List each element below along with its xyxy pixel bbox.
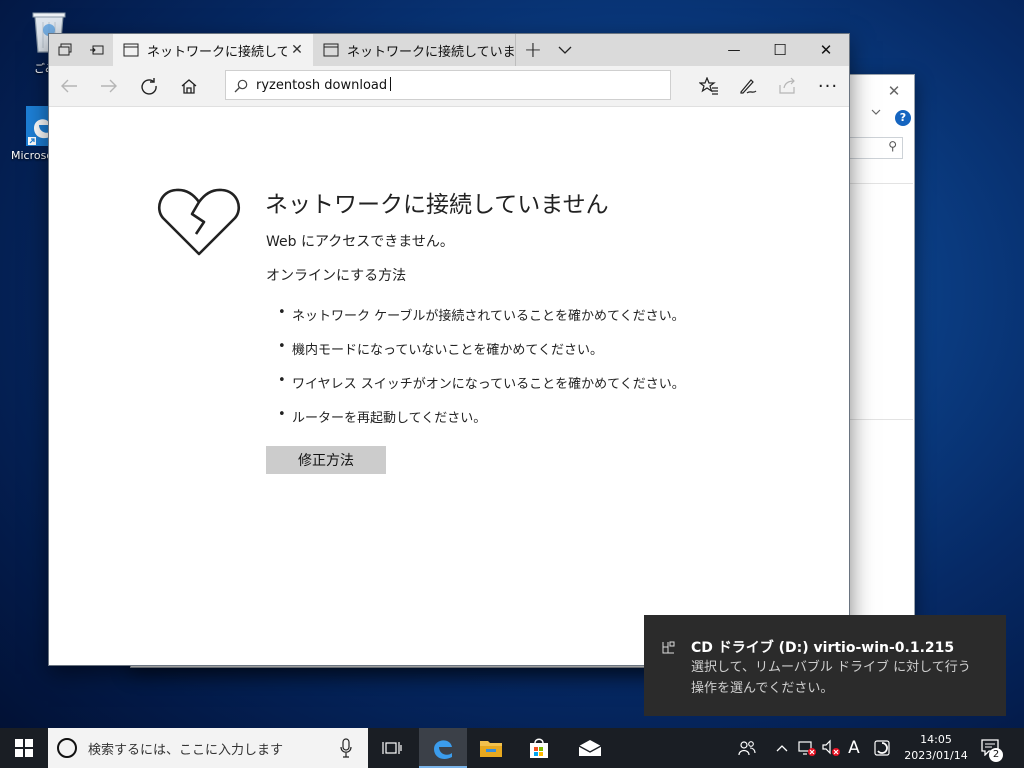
desktop-icon-label: Microsoft Edge	[11, 149, 51, 162]
tab-active[interactable]: ネットワークに接続していません ✕	[113, 34, 313, 66]
start-button[interactable]	[0, 728, 48, 768]
clock-date: 2023/01/14	[904, 749, 968, 762]
notification-title: CD ドライブ (D:) virtio-win-0.1.215	[691, 640, 955, 656]
set-aside-tabs-icon[interactable]	[49, 34, 81, 66]
list-item: ワイヤレス スイッチがオンになっていることを確かめてください。	[278, 373, 685, 407]
list-item: ネットワーク ケーブルが接続されていることを確かめてください。	[278, 305, 685, 339]
notification-count-badge: 2	[989, 748, 1003, 762]
tab-list-chevron-icon[interactable]	[549, 34, 581, 66]
maximize-button[interactable]: ☐	[757, 34, 803, 66]
page-icon	[323, 43, 339, 57]
broken-heart-icon	[157, 187, 241, 261]
search-icon: ⚲	[888, 139, 897, 153]
drive-icon	[662, 639, 675, 654]
notification-body: 選択して、リムーバブル ドライブ に対して行う操作を選んでください。	[691, 660, 971, 696]
search-icon	[234, 78, 248, 97]
taskbar-search-box[interactable]: 検索するには、ここに入力します	[48, 728, 368, 768]
tab-label: ネットワークに接続していません	[147, 44, 287, 60]
action-center-icon[interactable]: 2	[980, 738, 1003, 762]
divider	[847, 183, 913, 184]
volume-muted-icon[interactable]	[820, 728, 842, 768]
pen-notes-icon[interactable]	[732, 70, 764, 102]
refresh-button[interactable]	[133, 70, 165, 102]
minimize-button[interactable]: —	[711, 34, 757, 66]
chevron-down-icon[interactable]	[871, 108, 881, 119]
autoplay-notification[interactable]: CD ドライブ (D:) virtio-win-0.1.215 選択して、リムー…	[644, 615, 1006, 716]
edge-taskbar-icon[interactable]	[419, 728, 467, 768]
tab-label: ネットワークに接続していません	[347, 44, 515, 60]
tab-preview-icon[interactable]	[81, 34, 113, 66]
file-explorer-icon[interactable]	[467, 728, 515, 768]
fix-it-button[interactable]: 修正方法	[266, 446, 386, 474]
favorites-star-icon[interactable]	[693, 70, 725, 102]
ime-options-icon[interactable]	[870, 728, 894, 768]
share-icon[interactable]	[772, 70, 804, 102]
error-subtitle: Web にアクセスできません。	[266, 234, 454, 250]
close-tab-icon[interactable]: ✕	[287, 40, 307, 60]
network-disconnected-icon[interactable]	[796, 728, 818, 768]
error-page: ネットワークに接続していません Web にアクセスできません。 オンラインにする…	[49, 107, 849, 665]
task-view-icon[interactable]	[368, 728, 416, 768]
home-button[interactable]	[173, 70, 205, 102]
forward-button[interactable]	[93, 70, 125, 102]
background-window-search-box[interactable]: ⚲	[847, 137, 903, 159]
page-title: ネットワークに接続していません	[265, 192, 609, 218]
search-placeholder: 検索するには、ここに入力します	[88, 743, 284, 758]
tab-bar: ネットワークに接続していません ✕ ネットワークに接続していません + — ☐ …	[49, 34, 849, 66]
navigation-bar: ryzentosh download I ···	[49, 66, 849, 129]
page-icon	[123, 43, 139, 57]
close-window-button[interactable]: ✕	[803, 34, 849, 66]
new-tab-button[interactable]: +	[517, 34, 549, 66]
microphone-icon[interactable]	[340, 738, 352, 762]
background-window-close-button[interactable]: ✕	[881, 78, 907, 104]
people-icon[interactable]	[734, 728, 760, 768]
taskbar: 検索するには、ここに入力します A 14:05 2023/01/14 2	[0, 728, 1024, 768]
clock-time: 14:05	[920, 733, 952, 746]
tips-list: ネットワーク ケーブルが接続されていることを確かめてください。 機内モードになっ…	[278, 305, 685, 441]
browser-window: ネットワークに接続していません ✕ ネットワークに接続していません + — ☐ …	[48, 33, 850, 666]
system-clock[interactable]: 14:05 2023/01/14	[902, 732, 970, 764]
help-icon[interactable]: ?	[895, 110, 911, 126]
ime-mode-indicator[interactable]: A	[844, 728, 864, 768]
show-hidden-icons-chevron-icon[interactable]	[772, 728, 792, 768]
mail-icon[interactable]	[566, 728, 614, 768]
divider	[847, 419, 913, 420]
address-bar[interactable]: ryzentosh download	[225, 70, 671, 100]
list-item: 機内モードになっていないことを確かめてください。	[278, 339, 685, 373]
address-input-value: ryzentosh download	[256, 77, 392, 93]
cortana-icon	[57, 738, 77, 758]
more-options-icon[interactable]: ···	[812, 70, 844, 102]
back-button[interactable]	[53, 70, 85, 102]
howto-heading: オンラインにする方法	[266, 268, 407, 284]
store-icon[interactable]	[515, 728, 563, 768]
tab-inactive[interactable]: ネットワークに接続していません	[313, 34, 516, 66]
list-item: ルーターを再起動してください。	[278, 407, 685, 441]
